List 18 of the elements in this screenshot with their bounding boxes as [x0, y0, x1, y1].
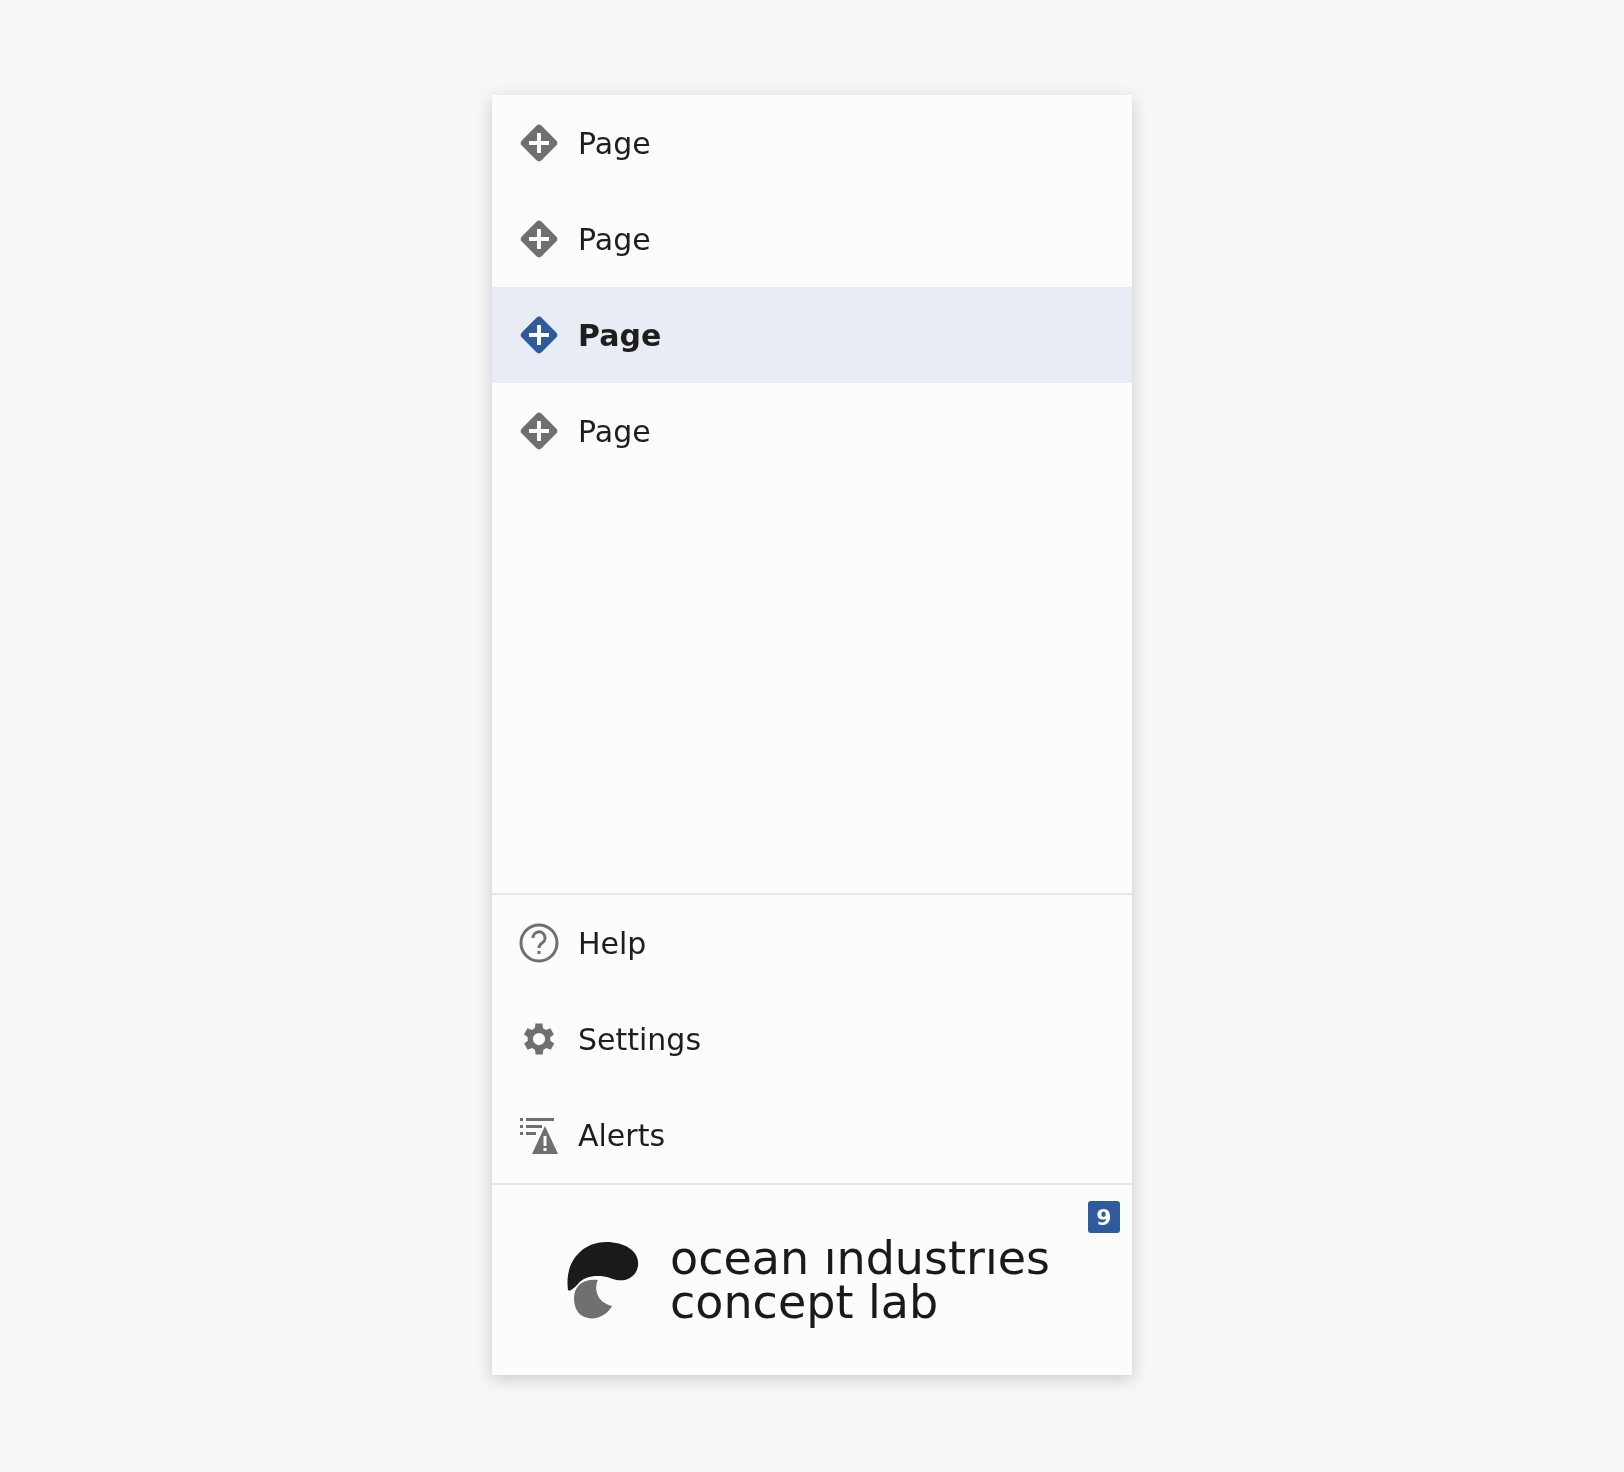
logo-text: ocean ındustrıes [670, 1236, 1050, 1280]
utility-nav-item[interactable]: Settings [492, 991, 1132, 1087]
page-label: Page [578, 124, 651, 163]
utility-nav-item[interactable]: Alerts [492, 1087, 1132, 1183]
page-label: Page [578, 316, 662, 355]
page-nav-item[interactable]: Page [492, 287, 1132, 383]
page-label: Page [578, 412, 651, 451]
page-nav-item[interactable]: Page [492, 191, 1132, 287]
utility-nav-item[interactable]: Help [492, 895, 1132, 991]
utility-label: Help [578, 924, 647, 963]
page-nav-item[interactable]: Page [492, 383, 1132, 479]
page-label: Page [578, 220, 651, 259]
page-nav-item[interactable]: Page [492, 95, 1132, 191]
notification-badge: 9 [1088, 1201, 1120, 1233]
utility-label: Alerts [578, 1116, 666, 1155]
utility-label: Settings [578, 1020, 702, 1059]
help-icon [518, 922, 560, 964]
wave-logo-icon [564, 1240, 640, 1320]
